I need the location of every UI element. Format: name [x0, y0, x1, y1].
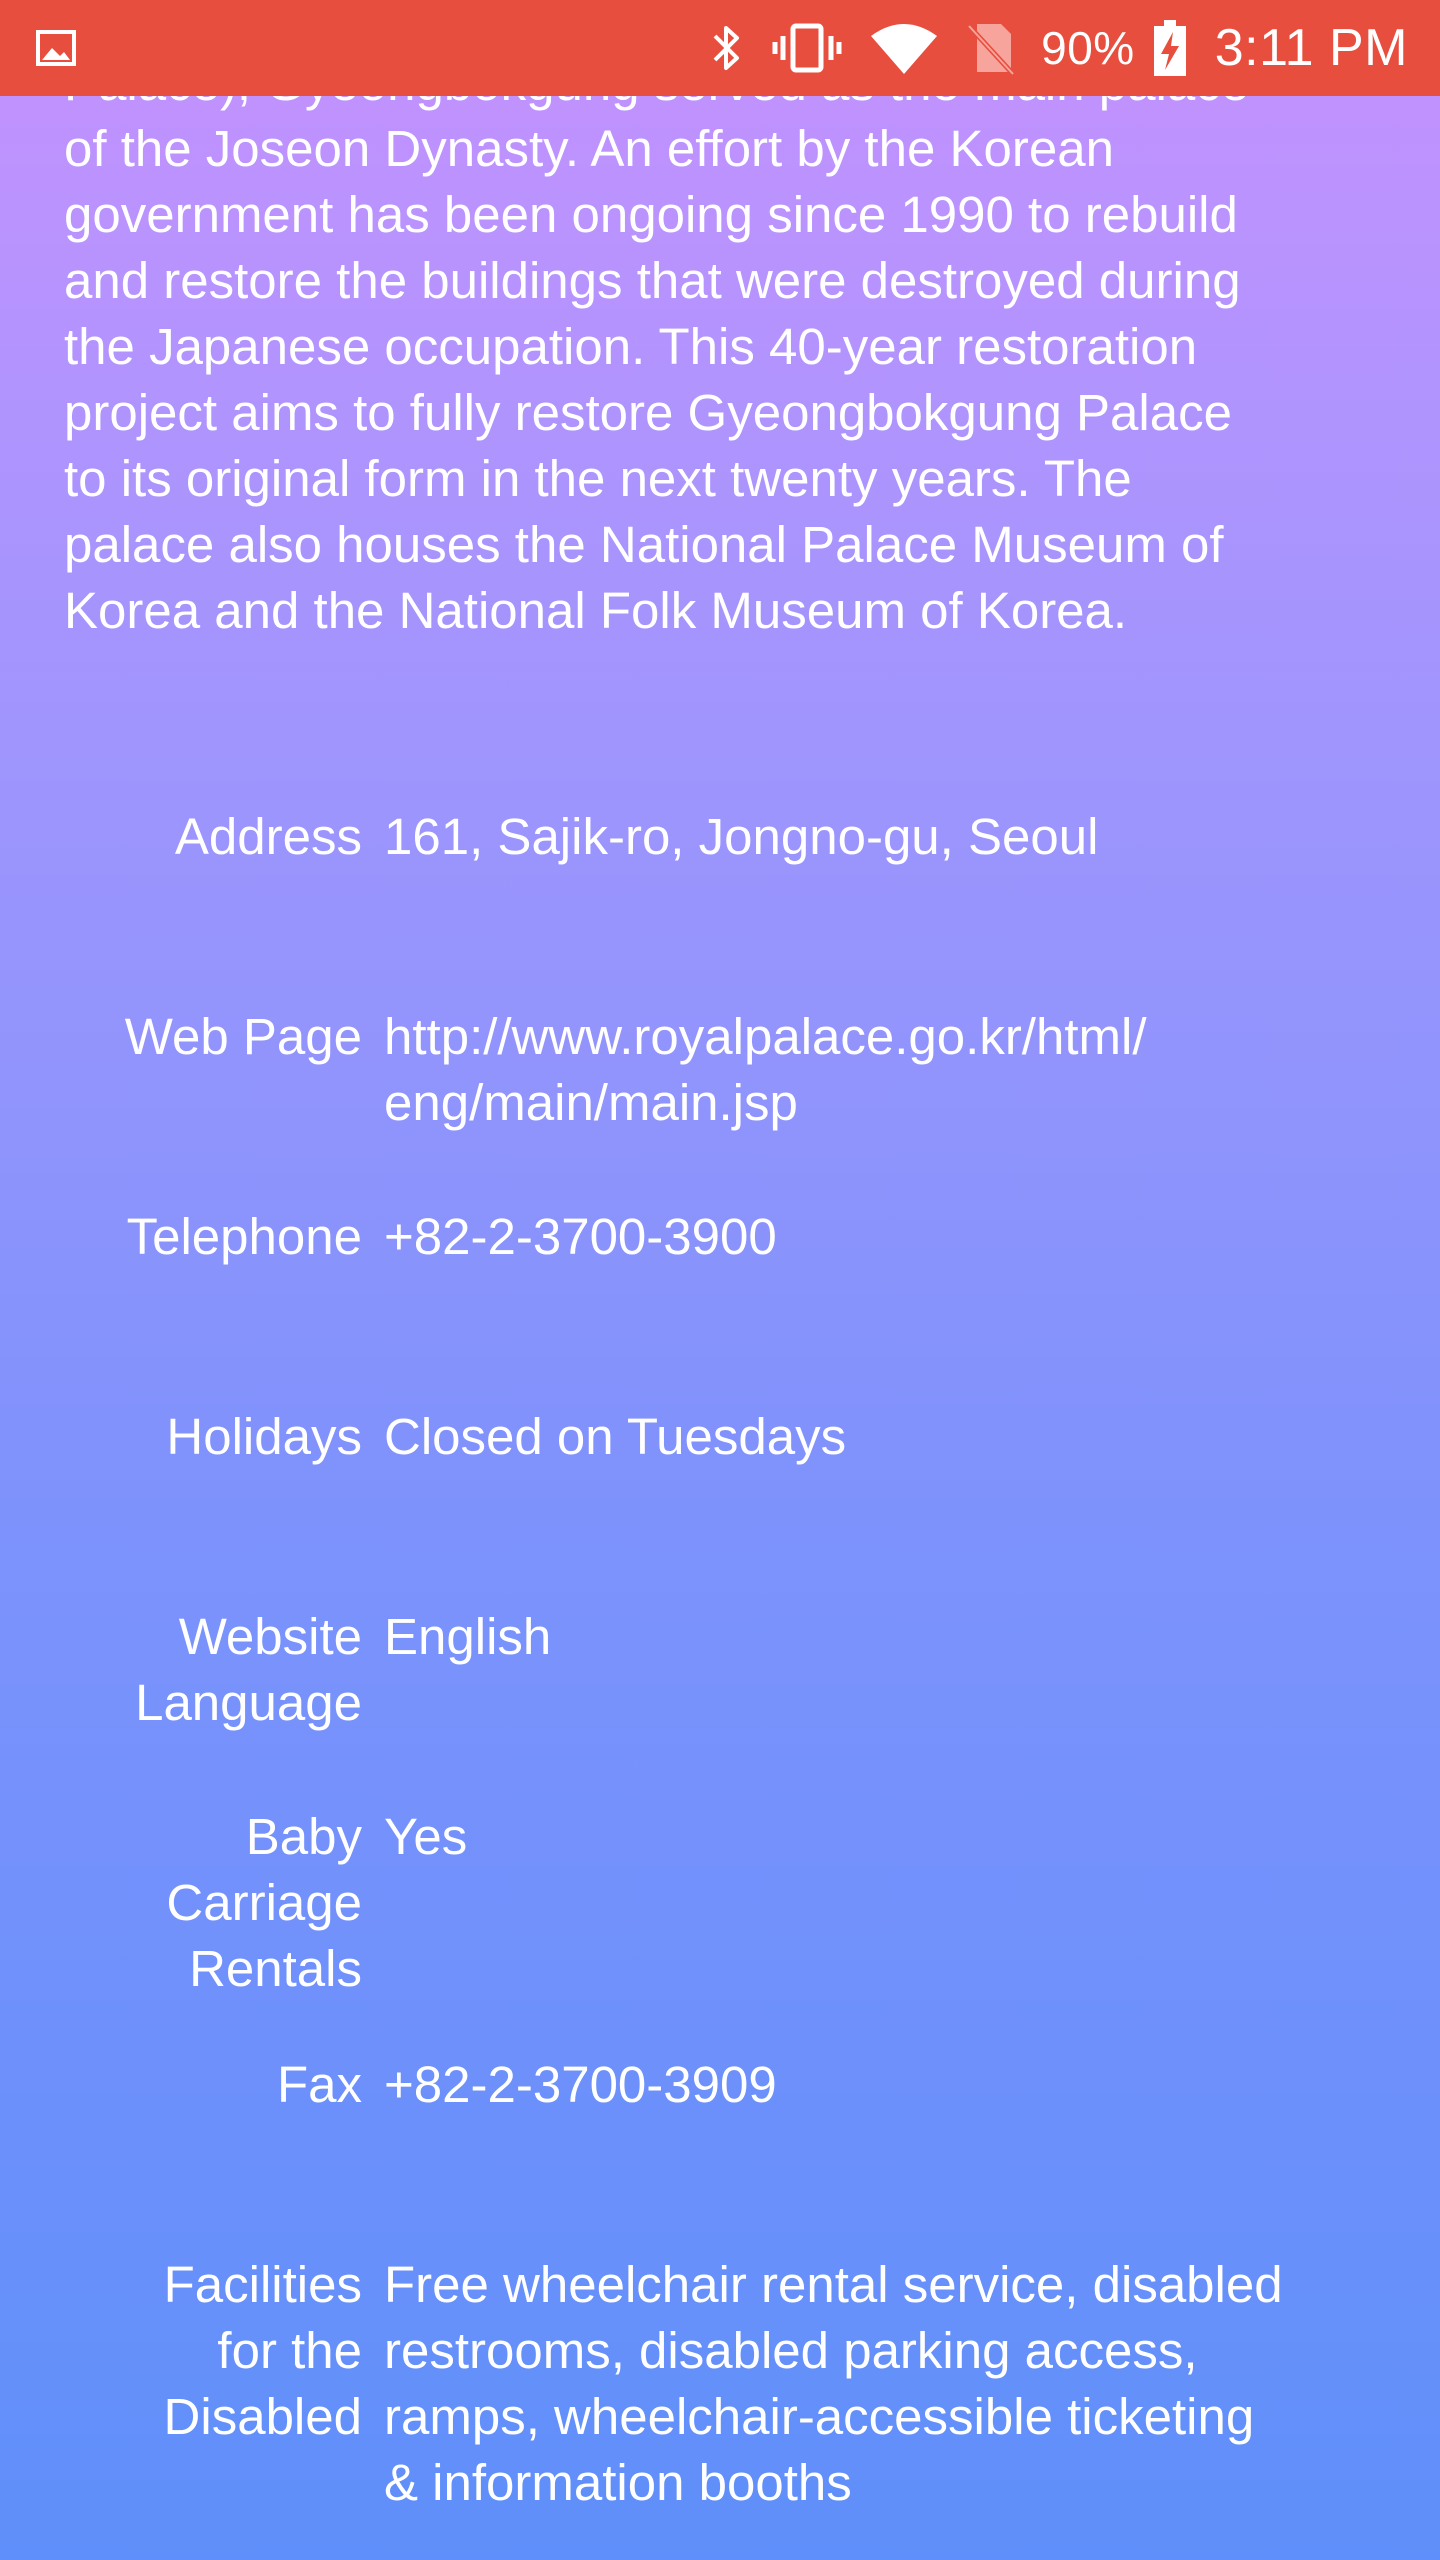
description-line: palace also houses the National Palace M… — [64, 516, 1224, 573]
info-label-website-language: Website Language — [0, 1604, 362, 1736]
value-line: English — [384, 1608, 552, 1665]
description-line: to its original form in the next twenty … — [64, 450, 1132, 507]
description-line: Korea and the National Folk Museum of Ko… — [64, 582, 1128, 639]
info-label-baby-carriage: Baby Carriage Rentals — [0, 1804, 362, 2002]
palace-description: Palace), Gyeongbokgung served as the mai… — [64, 54, 1394, 644]
value-line[interactable]: +82-2-3700-3900 — [384, 1204, 1384, 1270]
value-line[interactable]: eng/main/main.jsp — [384, 1070, 1384, 1136]
wifi-icon — [869, 20, 939, 76]
status-bar: 90% 3:11 PM — [0, 0, 1440, 96]
info-label-address: Address — [0, 804, 362, 870]
label-line: for the — [217, 2322, 362, 2379]
info-value-address: 161, Sajik-ro, Jongno-gu, Seoul — [384, 804, 1384, 870]
info-label-telephone: Telephone — [0, 1204, 362, 1270]
value-line: restrooms, disabled parking access, — [384, 2322, 1198, 2379]
info-row-website-language: Website Language English — [0, 1604, 1440, 1736]
battery-percent: 90% — [1041, 22, 1135, 74]
info-value-holidays: Closed on Tuesdays — [384, 1404, 1384, 1470]
label-line: Language — [135, 1674, 362, 1731]
detail-scroll-view[interactable]: Palace), Gyeongbokgung served as the mai… — [0, 0, 1440, 2560]
label-line: Address — [174, 808, 362, 865]
info-value-facilities: Free wheelchair rental service, disabled… — [384, 2252, 1384, 2516]
label-line: Baby — [245, 1808, 362, 1865]
value-line: 161, Sajik-ro, Jongno-gu, Seoul — [384, 808, 1099, 865]
label-line: Facilities — [163, 2256, 362, 2313]
label-line: Telephone — [126, 1208, 362, 1265]
description-line: project aims to fully restore Gyeongbokg… — [64, 384, 1232, 441]
value-line: & information booths — [384, 2454, 852, 2511]
info-row-web-page: Web Page http://www.royalpalace.go.kr/ht… — [0, 1004, 1440, 1136]
telephone-link[interactable]: +82-2-3700-3900 — [384, 1204, 1384, 1270]
info-label-fax: Fax — [0, 2052, 362, 2118]
value-line: ramps, wheelchair-accessible ticketing — [384, 2388, 1255, 2445]
description-line: government has been ongoing since 1990 t… — [64, 186, 1238, 243]
description-line: of the Joseon Dynasty. An effort by the … — [64, 120, 1114, 177]
image-notification-icon — [36, 28, 76, 68]
description-line: the Japanese occupation. This 40-year re… — [64, 318, 1198, 375]
value-line: Closed on Tuesdays — [384, 1408, 847, 1465]
label-line: Disabled — [163, 2388, 362, 2445]
value-line: Yes — [384, 1808, 468, 1865]
info-row-telephone: Telephone +82-2-3700-3900 — [0, 1204, 1440, 1270]
info-row-holidays: Holidays Closed on Tuesdays — [0, 1404, 1440, 1470]
info-label-facilities: Facilities for the Disabled — [0, 2252, 362, 2450]
info-row-facilities: Facilities for the Disabled Free wheelch… — [0, 2252, 1440, 2516]
clock-time: 3:11 PM — [1214, 19, 1408, 77]
info-value-baby-carriage: Yes — [384, 1804, 1384, 1870]
label-line: Web Page — [124, 1008, 362, 1065]
info-label-holidays: Holidays — [0, 1404, 362, 1470]
label-line: Rentals — [189, 1940, 362, 1997]
description-line: and restore the buildings that were dest… — [64, 252, 1241, 309]
info-table: Address 161, Sajik-ro, Jongno-gu, Seoul … — [0, 804, 1440, 2516]
label-line: Carriage — [166, 1874, 362, 1931]
label-line: Holidays — [166, 1408, 362, 1465]
info-row-baby-carriage: Baby Carriage Rentals Yes — [0, 1804, 1440, 2002]
vibrate-icon — [771, 20, 843, 76]
info-row-fax: Fax +82-2-3700-3909 — [0, 2052, 1440, 2118]
info-row-address: Address 161, Sajik-ro, Jongno-gu, Seoul — [0, 804, 1440, 870]
no-sim-icon — [965, 20, 1015, 76]
web-page-link[interactable]: http://www.royalpalace.go.kr/html/ eng/m… — [384, 1004, 1384, 1136]
bluetooth-icon — [709, 20, 745, 76]
value-line: Free wheelchair rental service, disabled — [384, 2256, 1283, 2313]
info-label-web-page: Web Page — [0, 1004, 362, 1070]
battery-charging-icon — [1151, 18, 1189, 78]
value-line[interactable]: http://www.royalpalace.go.kr/html/ — [384, 1004, 1384, 1070]
info-value-fax: +82-2-3700-3909 — [384, 2052, 1384, 2118]
label-line: Website — [178, 1608, 362, 1665]
info-value-website-language: English — [384, 1604, 1384, 1670]
label-line: Fax — [276, 2056, 362, 2113]
value-line: +82-2-3700-3909 — [384, 2056, 777, 2113]
